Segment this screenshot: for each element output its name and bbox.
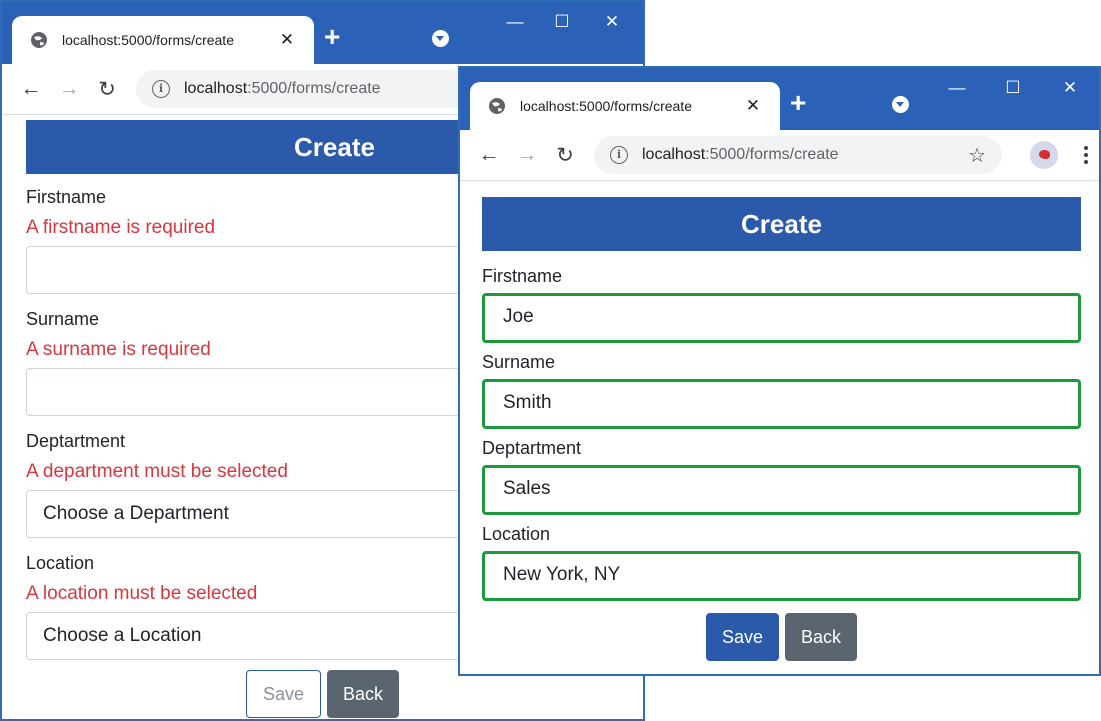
maximize-icon[interactable]: ☐ — [537, 2, 587, 42]
title-bar: localhost:5000/forms/create ✕ + — ☐ ✕ — [460, 68, 1099, 130]
chevron-down-icon[interactable] — [892, 96, 909, 113]
page-content: Create Firstname Joe Surname Smith Depta… — [460, 181, 1099, 661]
form-buttons: Save Back — [482, 613, 1081, 661]
save-button[interactable]: Save — [246, 670, 322, 718]
back-button[interactable]: Back — [327, 670, 400, 718]
department-label: Deptartment — [482, 438, 582, 458]
location-label: Location — [482, 524, 551, 544]
maximize-icon[interactable]: ☐ — [988, 68, 1038, 108]
browser-tab[interactable]: localhost:5000/forms/create ✕ — [470, 82, 780, 130]
back-button[interactable]: Back — [785, 613, 858, 661]
tab-title: localhost:5000/forms/create — [62, 32, 234, 48]
surname-label: Surname — [482, 352, 556, 372]
firstname-label: Firstname — [482, 266, 563, 286]
reload-icon[interactable]: ↻ — [546, 143, 584, 168]
info-icon[interactable]: i — [152, 80, 170, 98]
chevron-down-icon[interactable] — [432, 30, 449, 47]
location-select[interactable]: New York, NY — [482, 551, 1081, 601]
new-tab-icon[interactable]: + — [790, 86, 806, 120]
title-bar: localhost:5000/forms/create ✕ + — ☐ ✕ — [2, 2, 643, 64]
minimize-icon[interactable]: — — [490, 2, 540, 42]
url-path: :5000/forms/create — [247, 80, 381, 97]
url-text: localhost:5000/forms/create — [642, 146, 839, 164]
surname-input[interactable]: Smith — [482, 379, 1081, 429]
url-path: :5000/forms/create — [705, 146, 839, 163]
globe-icon — [30, 31, 48, 49]
url-host: localhost — [642, 146, 706, 163]
address-bar[interactable]: i localhost:5000/forms/create ☆ — [594, 136, 1002, 174]
form-buttons: Save Back — [26, 670, 643, 718]
forward-arrow-icon[interactable]: → — [50, 77, 88, 101]
tab-title: localhost:5000/forms/create — [520, 98, 692, 114]
url-text: localhost:5000/forms/create — [184, 80, 381, 98]
browser-toolbar: ← → ↻ i localhost:5000/forms/create ☆ — [460, 130, 1099, 181]
back-arrow-icon[interactable]: ← — [470, 143, 508, 167]
avatar-icon[interactable] — [1030, 141, 1058, 169]
tab-close-icon[interactable]: ✕ — [272, 30, 302, 50]
back-arrow-icon[interactable]: ← — [12, 77, 50, 101]
minimize-icon[interactable]: — — [932, 68, 982, 108]
info-icon[interactable]: i — [610, 146, 628, 164]
browser-window-front: localhost:5000/forms/create ✕ + — ☐ ✕ ← … — [458, 66, 1101, 676]
tab-close-icon[interactable]: ✕ — [738, 96, 768, 116]
firstname-input[interactable]: Joe — [482, 293, 1081, 343]
reload-icon[interactable]: ↻ — [88, 77, 126, 102]
url-host: localhost — [184, 80, 248, 97]
forward-arrow-icon[interactable]: → — [508, 143, 546, 167]
window-close-icon[interactable]: ✕ — [587, 2, 637, 42]
page-title: Create — [482, 197, 1081, 251]
star-icon[interactable]: ☆ — [968, 143, 986, 168]
window-close-icon[interactable]: ✕ — [1045, 68, 1095, 108]
globe-icon — [488, 97, 506, 115]
department-select[interactable]: Sales — [482, 465, 1081, 515]
browser-tab[interactable]: localhost:5000/forms/create ✕ — [12, 16, 314, 64]
save-button[interactable]: Save — [705, 613, 779, 661]
more-vert-icon[interactable] — [1084, 146, 1088, 164]
new-tab-icon[interactable]: + — [324, 20, 340, 54]
